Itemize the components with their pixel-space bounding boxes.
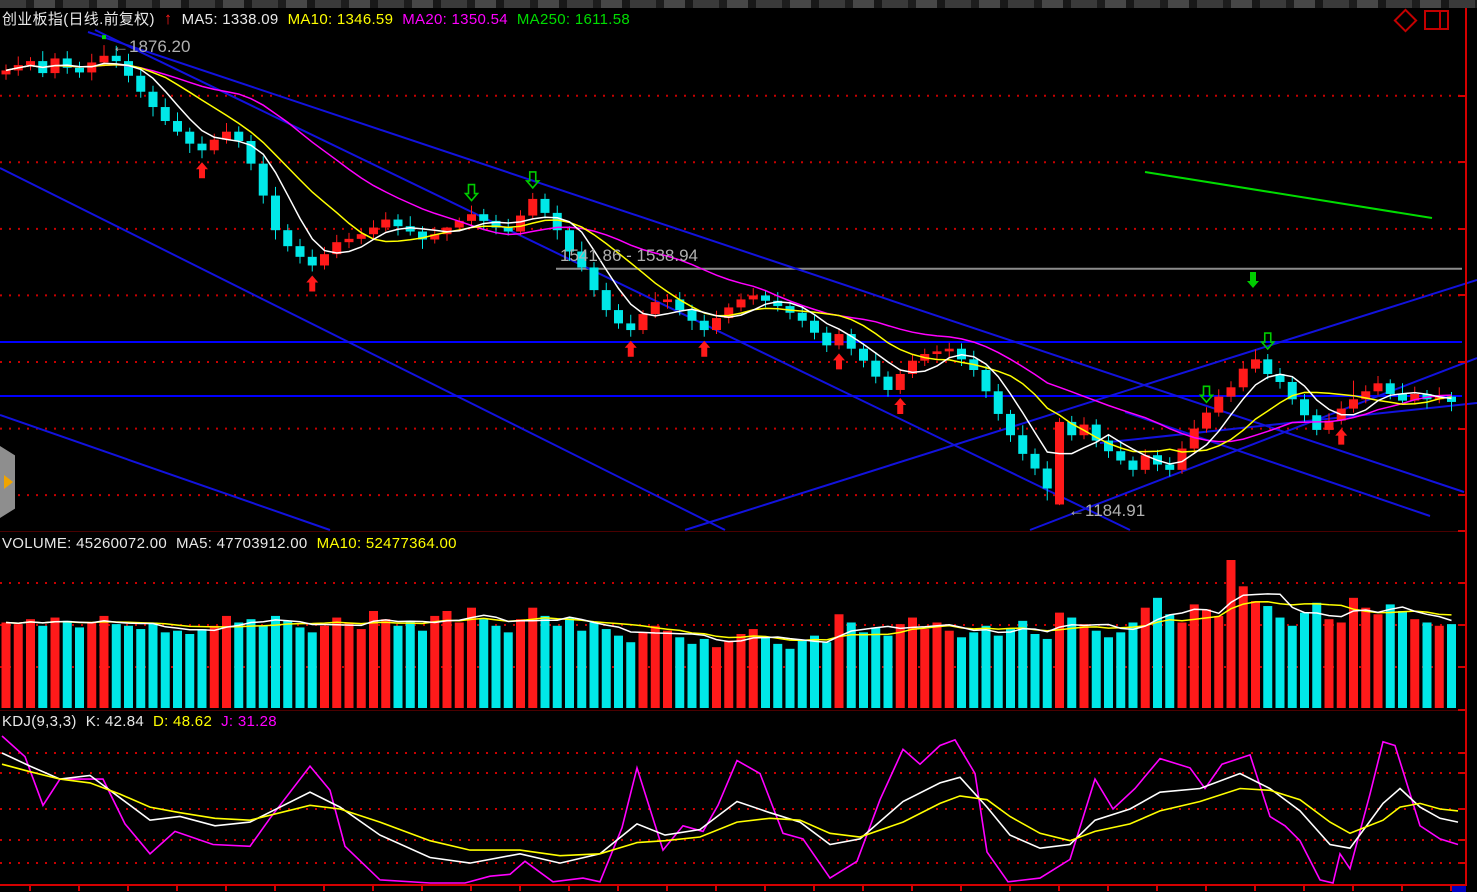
chart-canvas[interactable]: ←1876.20 1541.86 - 1538.94 ←1184.91 <box>0 0 1477 892</box>
kdj-header: KDJ(9,3,3) K: 42.84 D: 48.62 J: 31.28 <box>2 712 286 731</box>
expand-arrow-icon <box>4 475 13 489</box>
diamond-icon[interactable] <box>1393 8 1417 32</box>
price-annotations: ←1876.20 1541.86 - 1538.94 ←1184.91 <box>112 37 1145 520</box>
price-annotation: ←1876.20 <box>112 37 190 56</box>
trend-up-icon: ↑ <box>164 9 173 28</box>
legend-item: VOLUME: 45260072.00 <box>2 535 167 552</box>
price-annotation: ←1184.91 <box>1068 501 1145 520</box>
bottom-axis-ticks <box>30 886 1451 891</box>
kdj-gridlines <box>0 753 1462 863</box>
volume-bars <box>2 560 1457 708</box>
right-ruler-ticks <box>1458 96 1466 863</box>
price-annotation: 1541.86 - 1538.94 <box>560 246 698 265</box>
buy-arrow-icon <box>306 275 318 291</box>
buy-arrow-icon <box>196 162 208 178</box>
main-chart-header: 创业板指(日线.前复权)↑MA5: 1338.09MA10: 1346.59MA… <box>2 9 648 29</box>
buy-arrow-icon <box>625 341 637 357</box>
scrollbar-corner[interactable] <box>1452 886 1466 892</box>
sell-arrow-icon <box>466 185 478 201</box>
buy-arrow-icon <box>894 398 906 414</box>
sell-arrow-icon <box>1247 272 1259 288</box>
buy-arrow-icon <box>698 341 710 357</box>
sell-arrow-icon <box>1201 386 1213 402</box>
legend-item: D: 48.62 <box>153 713 212 730</box>
legend-item: MA10: 52477364.00 <box>317 535 457 552</box>
ma5-line <box>6 63 1452 464</box>
volume-header: VOLUME: 45260072.00 MA5: 47703912.00 MA10:… <box>2 534 466 553</box>
legend-item: MA10: 1346.59 <box>288 11 394 28</box>
main-gridlines <box>0 96 1462 495</box>
legend-item: MA5: 1338.09 <box>182 11 279 28</box>
ma250-line <box>1145 172 1432 218</box>
legend-item: MA250: 1611.58 <box>517 11 630 28</box>
peak-marker <box>102 35 106 39</box>
chart-corner-tools <box>1397 10 1449 30</box>
legend-item: MA20: 1350.54 <box>402 11 508 28</box>
candle-series <box>2 45 1457 505</box>
legend-item: K: 42.84 <box>86 713 144 730</box>
legend-item: J: 31.28 <box>221 713 277 730</box>
buy-arrow-icon <box>1335 429 1347 445</box>
sidebar-expander[interactable] <box>0 446 15 518</box>
ma20-line <box>6 65 1452 442</box>
legend-item: MA5: 47703912.00 <box>176 535 308 552</box>
chart-window: ←1876.20 1541.86 - 1538.94 ←1184.91 创业板指(日… <box>0 0 1477 892</box>
ma-legend: MA5: 1338.09 MA10: 1346.59 MA20: 1350.54 MA… <box>182 11 639 28</box>
buy-arrow-icon <box>833 353 845 369</box>
split-window-icon[interactable] <box>1424 10 1449 30</box>
stock-title: 创业板指(日线.前复权) <box>2 11 155 28</box>
legend-item: KDJ(9,3,3) <box>2 713 77 730</box>
